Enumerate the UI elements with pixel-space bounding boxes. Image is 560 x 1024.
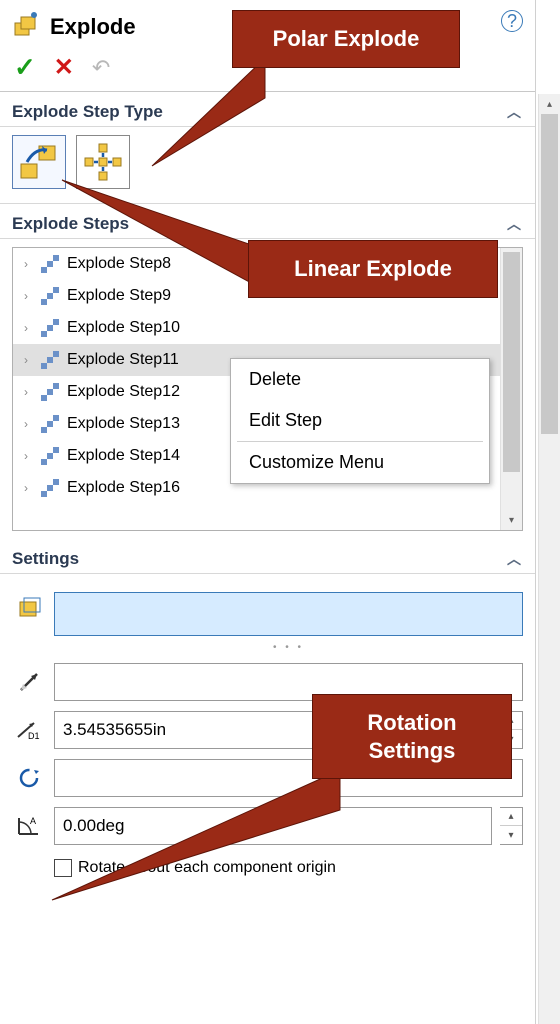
step-label: Explode Step14	[67, 447, 180, 465]
steps-scrollbar[interactable]: ▾	[500, 248, 522, 530]
components-selection-box[interactable]	[54, 592, 523, 636]
expander-icon[interactable]: ›	[19, 257, 33, 271]
step-icon	[39, 285, 61, 307]
help-icon[interactable]: ?	[501, 10, 523, 32]
callout-linear-explode: Linear Explode	[248, 240, 498, 298]
angle-icon: A	[12, 811, 46, 841]
panel-title: Explode	[50, 14, 136, 40]
rotation-axis-icon[interactable]	[12, 763, 46, 793]
expander-icon[interactable]: ›	[19, 289, 33, 303]
direction-icon[interactable]	[12, 667, 46, 697]
ok-button[interactable]: ✓	[14, 52, 36, 83]
step-label: Explode Step13	[67, 415, 180, 433]
context-menu: Delete Edit Step Customize Menu	[230, 358, 490, 484]
expander-icon[interactable]: ›	[19, 321, 33, 335]
expander-icon[interactable]: ›	[19, 449, 33, 463]
step-icon	[39, 253, 61, 275]
callout-polar-explode: Polar Explode	[232, 10, 460, 68]
chevron-up-icon: ︿	[507, 102, 521, 122]
list-item[interactable]: › Explode Step10	[13, 312, 500, 344]
scrollbar-thumb[interactable]	[503, 252, 520, 472]
cancel-button[interactable]: ✕	[54, 53, 74, 82]
scroll-down-icon[interactable]: ▾	[501, 510, 522, 530]
step-label: Explode Step16	[67, 479, 180, 497]
expander-icon[interactable]: ›	[19, 385, 33, 399]
step-label: Explode Step11	[67, 351, 179, 369]
context-customize-menu[interactable]: Customize Menu	[231, 442, 489, 483]
resize-grip-icon[interactable]: • • •	[54, 642, 523, 653]
step-icon	[39, 317, 61, 339]
section-title-settings: Settings	[12, 549, 79, 569]
step-icon	[39, 413, 61, 435]
callout-text: Settings	[369, 738, 456, 763]
step-icon	[39, 349, 61, 371]
context-edit-step[interactable]: Edit Step	[231, 400, 489, 441]
context-delete[interactable]: Delete	[231, 359, 489, 400]
angle-spinner[interactable]: ▴▾	[500, 807, 523, 845]
section-title-type: Explode Step Type	[12, 102, 163, 122]
step-icon	[39, 381, 61, 403]
step-icon	[39, 445, 61, 467]
step-label: Explode Step10	[67, 319, 180, 337]
explode-feature-icon	[12, 11, 40, 43]
distance-icon: D1	[12, 715, 46, 745]
svg-text:D1: D1	[28, 731, 40, 741]
linear-explode-button[interactable]	[12, 135, 66, 189]
panel-scrollbar[interactable]: ▴	[538, 94, 560, 1024]
expander-icon[interactable]: ›	[19, 481, 33, 495]
callout-text: Linear Explode	[294, 256, 452, 281]
callout-text: Rotation	[367, 710, 456, 735]
step-icon	[39, 477, 61, 499]
callout-tail-icon	[50, 770, 350, 920]
undo-button[interactable]: ↶	[92, 55, 110, 81]
component-icon	[12, 592, 46, 622]
svg-text:A: A	[30, 816, 36, 826]
section-header-settings[interactable]: Settings ︿	[0, 539, 535, 574]
callout-tail-icon	[150, 58, 270, 168]
expander-icon[interactable]: ›	[19, 417, 33, 431]
chevron-up-icon: ︿	[507, 549, 521, 569]
expander-icon[interactable]: ›	[19, 353, 33, 367]
scroll-up-icon[interactable]: ▴	[539, 94, 560, 114]
callout-rotation-settings: Rotation Settings	[312, 694, 512, 779]
chevron-up-icon: ︿	[507, 214, 521, 234]
step-label: Explode Step12	[67, 383, 180, 401]
scrollbar-thumb[interactable]	[541, 114, 558, 434]
callout-text: Polar Explode	[273, 26, 420, 51]
callout-tail-icon	[60, 178, 280, 298]
